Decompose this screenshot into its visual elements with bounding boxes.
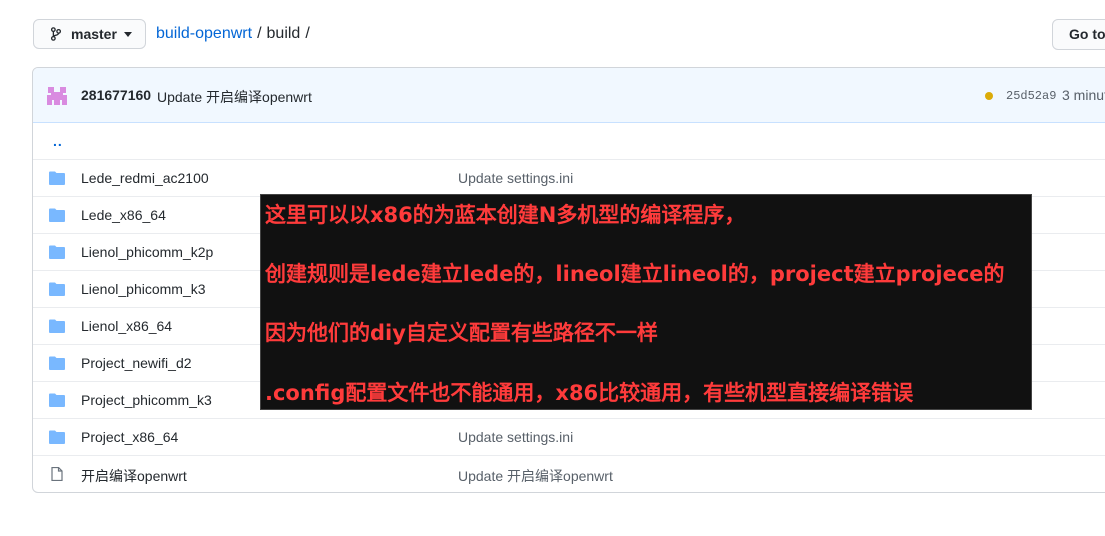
file-name-link[interactable]: Lienol_x86_64 (81, 318, 172, 334)
breadcrumb-separator: / (305, 25, 310, 42)
commit-author-link[interactable]: 281677160 (81, 87, 151, 103)
annotation-line: 创建规则是lede建立lede的，lineol建立lineol的，project… (265, 262, 1005, 286)
file-name-link[interactable]: Lede_redmi_ac2100 (81, 170, 209, 186)
file-row[interactable]: Lede_redmi_ac2100 Update settings.ini (33, 159, 1105, 196)
folder-icon (49, 171, 65, 185)
annotation-line: .config配置文件也不能通用，x86比较通用，有些机型直接编译错误 (265, 381, 914, 405)
file-name-link[interactable]: Project_newifi_d2 (81, 355, 192, 371)
annotation-line: 这里可以以x86的为蓝本创建N多机型的编译程序， (265, 203, 746, 227)
go-to-file-button[interactable]: Go to file (1052, 19, 1105, 50)
file-commit-message-link[interactable]: Update 开启编译openwrt (458, 466, 613, 486)
annotation-overlay: 这里可以以x86的为蓝本创建N多机型的编译程序， 创建规则是lede建立lede… (260, 194, 1032, 410)
git-branch-icon (50, 27, 62, 41)
folder-icon (49, 393, 65, 407)
branch-label: master (71, 26, 117, 42)
file-name-link[interactable]: Lienol_phicomm_k3 (81, 281, 206, 297)
file-commit-message-link[interactable]: Update settings.ini (458, 170, 573, 186)
file-name-link[interactable]: 开启编译openwrt (81, 466, 187, 486)
file-row[interactable]: Project_x86_64 Update settings.ini (33, 418, 1105, 455)
breadcrumb-repo-link[interactable]: build-openwrt (156, 25, 252, 43)
folder-icon (49, 319, 65, 333)
branch-select-button[interactable]: master (33, 19, 146, 49)
commit-status-dot-icon[interactable] (985, 92, 993, 100)
folder-icon (49, 356, 65, 370)
commit-sha-link[interactable]: 25d52a9 (1006, 89, 1056, 103)
parent-directory-row[interactable]: .. (33, 123, 1105, 159)
breadcrumb-current-folder: build (266, 25, 301, 42)
chevron-down-icon (123, 31, 132, 37)
annotation-line: 因为他们的diy自定义配置有些路径不一样 (265, 321, 658, 345)
breadcrumb-separator: / (257, 25, 262, 42)
latest-commit-bar: 281677160 Update 开启编译openwrt 25d52a9 3 m… (33, 68, 1105, 123)
breadcrumb: build-openwrt / build / (156, 25, 315, 43)
avatar[interactable] (45, 84, 69, 108)
parent-directory-link[interactable]: .. (53, 133, 63, 149)
file-icon (51, 467, 63, 481)
file-name-link[interactable]: Project_x86_64 (81, 429, 178, 445)
folder-icon (49, 208, 65, 222)
folder-icon (49, 282, 65, 296)
file-row[interactable]: 开启编译openwrt Update 开启编译openwrt (33, 455, 1105, 492)
commit-time: 3 minutes ago (1062, 87, 1105, 103)
commit-message-link[interactable]: Update 开启编译openwrt (157, 87, 312, 107)
file-commit-message-link[interactable]: Update settings.ini (458, 429, 573, 445)
file-name-link[interactable]: Lienol_phicomm_k2p (81, 244, 213, 260)
folder-icon (49, 430, 65, 444)
folder-icon (49, 245, 65, 259)
file-name-link[interactable]: Project_phicomm_k3 (81, 392, 212, 408)
file-name-link[interactable]: Lede_x86_64 (81, 207, 166, 223)
